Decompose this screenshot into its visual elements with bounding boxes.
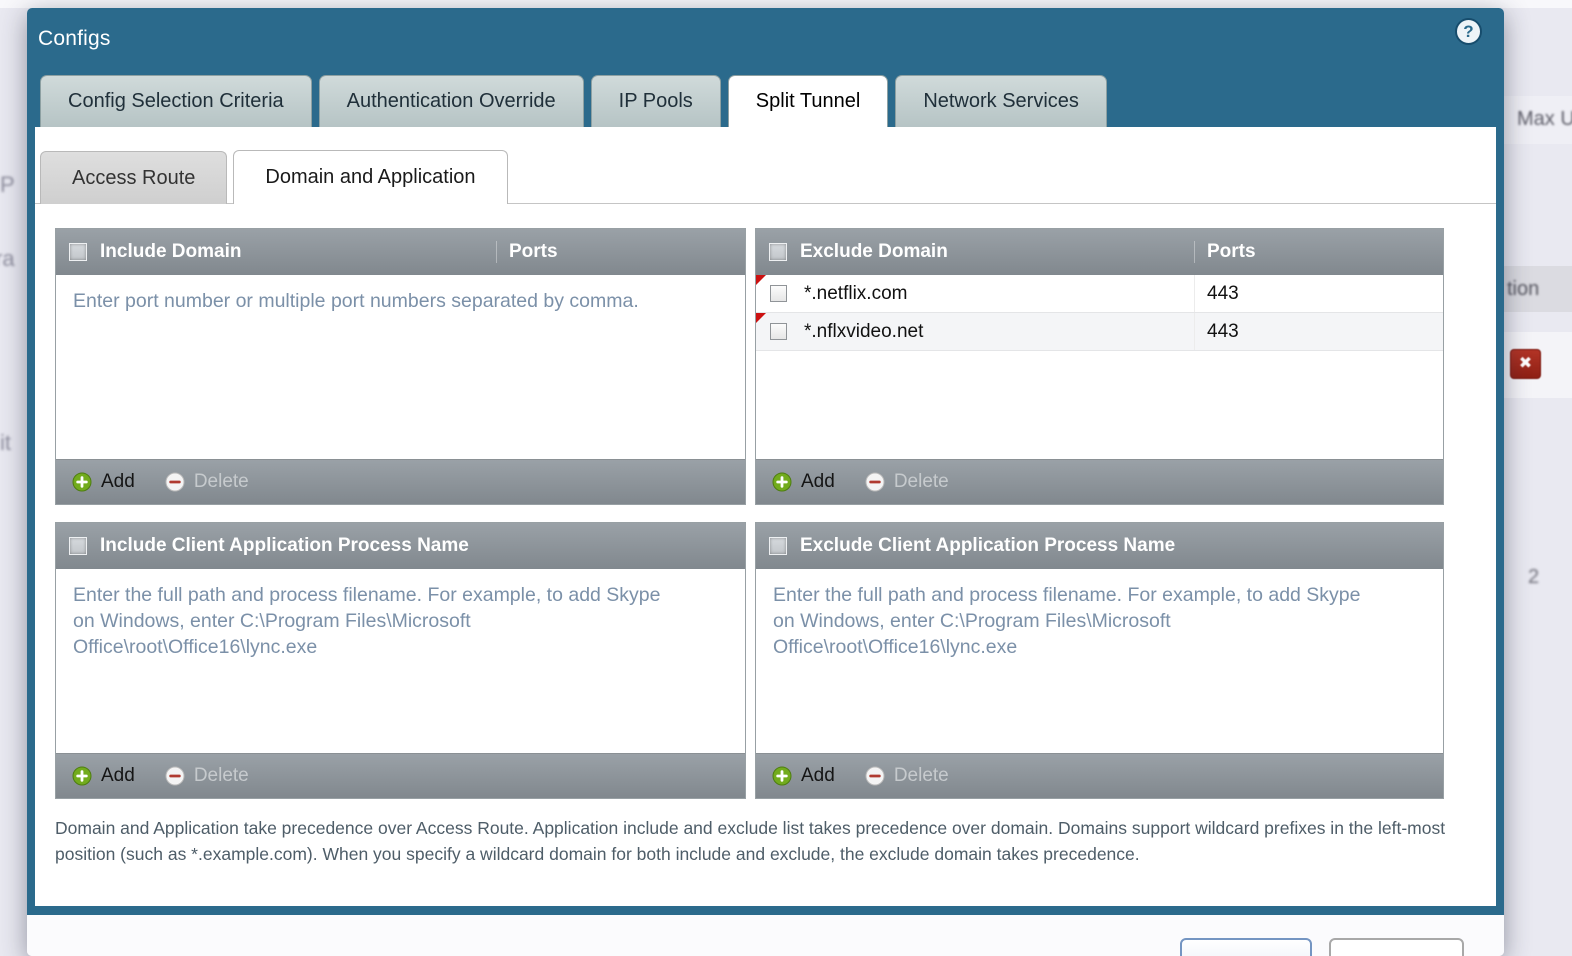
include-app-table-body: Enter the full path and process filename… [56,569,745,753]
background-text-fragment: ra [0,246,15,272]
background-text-fragment: tion [1503,266,1572,301]
exclude-app-table: Exclude Client Application Process Name … [755,522,1444,799]
delete-icon [165,472,185,492]
dialog-title: Configs [38,27,111,51]
background-remove-icon: ✖ [1510,349,1541,379]
sub-tab-bar: Access Route Domain and Application [40,150,508,204]
exclude-domain-ports-value: 443 [1194,275,1443,312]
include-domain-header-row: Include Domain Ports [56,229,745,275]
add-icon [772,766,792,786]
dialog-footer [27,915,1504,956]
add-icon [772,472,792,492]
delete-button-label: Delete [894,765,949,787]
include-domain-placeholder: Enter port number or multiple port numbe… [56,275,745,327]
exclude-domain-add-button[interactable]: Add [772,471,835,493]
background-text-fragment: Max U [1503,96,1572,131]
exclude-domain-toolbar: Add Delete [756,459,1443,504]
include-domain-table: Include Domain Ports Enter port number o… [55,228,746,505]
exclude-app-delete-button[interactable]: Delete [865,765,949,787]
exclude-domain-header-row: Exclude Domain Ports [756,229,1443,275]
exclude-domain-table: Exclude Domain Ports *.netflix.com 443 [755,228,1444,505]
background-text-fragment: 2 [1528,566,1539,589]
subtab-domain-and-application[interactable]: Domain and Application [233,150,507,204]
add-icon [72,472,92,492]
exclude-domain-column-header: Exclude Domain [800,241,1194,263]
include-app-select-all-checkbox[interactable] [69,537,87,555]
tab-ip-pools[interactable]: IP Pools [591,75,721,127]
configs-dialog: Configs ? Config Selection Criteria Auth… [27,8,1504,956]
exclude-app-placeholder: Enter the full path and process filename… [756,569,1381,673]
help-icon[interactable]: ? [1455,18,1482,45]
subtab-access-route[interactable]: Access Route [40,151,227,204]
exclude-domain-select-all-checkbox[interactable] [769,243,787,261]
add-icon [72,766,92,786]
delete-icon [865,766,885,786]
tab-config-selection-criteria[interactable]: Config Selection Criteria [40,75,312,127]
delete-button-label: Delete [194,471,249,493]
tab-authentication-override[interactable]: Authentication Override [319,75,584,127]
exclude-app-toolbar: Add Delete [756,753,1443,798]
include-domain-column-header: Include Domain [100,241,496,263]
tab-network-services[interactable]: Network Services [895,75,1107,127]
include-app-table: Include Client Application Process Name … [55,522,746,799]
exclude-domain-ports-column-header: Ports [1194,241,1443,263]
tab-split-tunnel[interactable]: Split Tunnel [728,75,889,127]
exclude-app-table-body: Enter the full path and process filename… [756,569,1443,753]
include-app-delete-button[interactable]: Delete [165,765,249,787]
modified-marker [756,275,766,285]
precedence-note: Domain and Application take precedence o… [55,815,1451,867]
delete-icon [165,766,185,786]
dialog-frame: Configs ? Config Selection Criteria Auth… [27,8,1504,915]
split-tunnel-panel: Access Route Domain and Application Incl… [35,127,1496,906]
include-domain-toolbar: Add Delete [56,459,745,504]
exclude-domain-table-body: *.netflix.com 443 *.nflxvideo.net 443 [756,275,1443,459]
exclude-app-select-all-checkbox[interactable] [769,537,787,555]
background-text-fragment: P [0,172,15,198]
include-app-placeholder: Enter the full path and process filename… [56,569,681,673]
include-app-column-header: Include Client Application Process Name [100,535,745,557]
add-button-label: Add [101,471,135,493]
row-checkbox[interactable] [770,285,787,302]
background-column-header: Max U [1503,96,1572,144]
row-checkbox[interactable] [770,323,787,340]
exclude-domain-value: *.netflix.com [800,283,1194,305]
include-domain-add-button[interactable]: Add [72,471,135,493]
include-app-add-button[interactable]: Add [72,765,135,787]
add-button-label: Add [801,765,835,787]
cancel-button[interactable] [1329,938,1464,956]
background-row-fragment: ✖ [1503,332,1572,398]
include-domain-table-body: Enter port number or multiple port numbe… [56,275,745,459]
exclude-domain-ports-value: 443 [1194,313,1443,350]
main-tab-bar: Config Selection Criteria Authentication… [40,75,1107,127]
add-button-label: Add [101,765,135,787]
include-domain-delete-button[interactable]: Delete [165,471,249,493]
modified-marker [756,313,766,323]
table-row[interactable]: *.netflix.com 443 [756,275,1443,313]
background-page-strip [0,0,1572,8]
include-domain-ports-column-header: Ports [496,241,745,263]
ok-button[interactable] [1180,938,1312,956]
background-row-fragment: tion [1503,266,1572,312]
add-button-label: Add [801,471,835,493]
exclude-domain-value: *.nflxvideo.net [800,321,1194,343]
exclude-app-add-button[interactable]: Add [772,765,835,787]
exclude-app-header-row: Exclude Client Application Process Name [756,523,1443,569]
exclude-domain-delete-button[interactable]: Delete [865,471,949,493]
delete-button-label: Delete [194,765,249,787]
exclude-app-column-header: Exclude Client Application Process Name [800,535,1443,557]
include-app-header-row: Include Client Application Process Name [56,523,745,569]
background-text-fragment: it [0,430,11,456]
delete-button-label: Delete [894,471,949,493]
include-app-toolbar: Add Delete [56,753,745,798]
delete-icon [865,472,885,492]
table-row[interactable]: *.nflxvideo.net 443 [756,313,1443,351]
include-domain-select-all-checkbox[interactable] [69,243,87,261]
